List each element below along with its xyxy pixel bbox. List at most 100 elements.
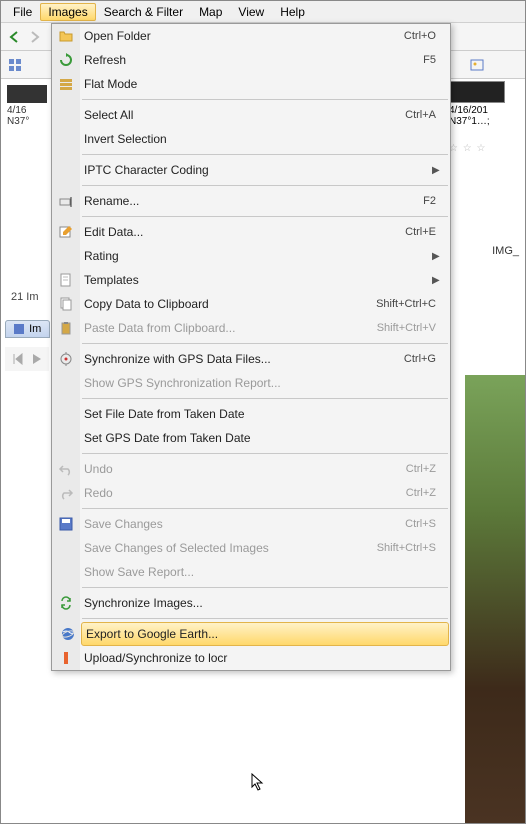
menu-item-label: Open Folder [78, 29, 404, 43]
menu-item-label: Export to Google Earth... [80, 627, 440, 641]
paste-icon [54, 320, 78, 336]
rename-icon [54, 193, 78, 209]
menu-separator [82, 343, 448, 344]
menu-item-upload-synchronize-to-locr[interactable]: Upload/Synchronize to locr [80, 646, 450, 670]
redo-icon [54, 485, 78, 501]
menu-item-synchronize-images[interactable]: Synchronize Images... [80, 591, 450, 615]
menu-item-show-save-report: Show Save Report... [80, 560, 450, 584]
menu-item-label: Flat Mode [78, 77, 442, 91]
menu-item-label: Save Changes [78, 517, 405, 531]
sync-icon [54, 595, 78, 611]
template-icon [54, 272, 78, 288]
menu-separator [82, 154, 448, 155]
menu-item-save-changes-of-selected-images: Save Changes of Selected ImagesShift+Ctr… [80, 536, 450, 560]
thumbnail-image[interactable] [449, 81, 505, 103]
menu-item-set-gps-date-from-taken-date[interactable]: Set GPS Date from Taken Date [80, 426, 450, 450]
menu-item-label: Set File Date from Taken Date [78, 407, 442, 421]
thumb-coord: N37° [7, 116, 47, 127]
flat-icon [54, 76, 78, 92]
play-icon[interactable] [30, 351, 43, 367]
menu-item-shortcut: Shift+Ctrl+S [377, 542, 442, 554]
menu-item-flat-mode[interactable]: Flat Mode [80, 72, 450, 96]
menu-item-shortcut: F5 [423, 54, 442, 66]
file-name: IMG_ [492, 245, 519, 257]
forward-icon[interactable] [27, 29, 43, 45]
menu-item-shortcut: Ctrl+S [405, 518, 442, 530]
menu-item-shortcut: Ctrl+Z [406, 487, 442, 499]
menu-item-show-gps-synchronization-report: Show GPS Synchronization Report... [80, 371, 450, 395]
menu-item-rating[interactable]: Rating▶ [80, 244, 450, 268]
menu-item-edit-data[interactable]: Edit Data...Ctrl+E [80, 220, 450, 244]
menu-item-label: Rating [78, 249, 432, 263]
mouse-cursor [251, 773, 265, 791]
menu-item-invert-selection[interactable]: Invert Selection [80, 127, 450, 151]
menu-item-shortcut: Shift+Ctrl+V [377, 322, 442, 334]
menu-item-label: Select All [78, 108, 405, 122]
prev-icon[interactable] [11, 351, 24, 367]
grid-icon[interactable] [7, 57, 23, 73]
menu-view[interactable]: View [230, 3, 272, 21]
menu-item-label: Upload/Synchronize to locr [78, 651, 442, 665]
menu-item-shortcut: Ctrl+A [405, 109, 442, 121]
menu-item-label: Synchronize Images... [78, 596, 442, 610]
menu-item-set-file-date-from-taken-date[interactable]: Set File Date from Taken Date [80, 402, 450, 426]
images-menu: Open FolderCtrl+ORefreshF5 Flat Mode Selec… [51, 23, 451, 671]
menu-item-shortcut: Ctrl+G [404, 353, 442, 365]
menu-separator [82, 398, 448, 399]
menu-separator [82, 508, 448, 509]
menu-separator [82, 453, 448, 454]
menu-item-copy-data-to-clipboard[interactable]: Copy Data to ClipboardShift+Ctrl+C [80, 292, 450, 316]
menu-item-label: Set GPS Date from Taken Date [78, 431, 442, 445]
submenu-arrow-icon: ▶ [432, 165, 442, 176]
image-icon[interactable] [469, 57, 485, 73]
menu-item-label: IPTC Character Coding [78, 163, 432, 177]
menu-item-open-folder[interactable]: Open FolderCtrl+O [80, 24, 450, 48]
menu-item-redo: RedoCtrl+Z [80, 481, 450, 505]
earth-icon [56, 626, 80, 642]
status-bar: 21 Im [5, 287, 45, 307]
refresh-icon [54, 52, 78, 68]
menu-item-refresh[interactable]: RefreshF5 [80, 48, 450, 72]
tab-images[interactable]: Im [5, 320, 50, 338]
menu-file[interactable]: File [5, 3, 40, 21]
menu-item-shortcut: F2 [423, 195, 442, 207]
menu-item-rename[interactable]: Rename...F2 [80, 189, 450, 213]
menu-item-label: Invert Selection [78, 132, 442, 146]
locr-icon [54, 650, 78, 666]
menu-item-shortcut: Ctrl+Z [406, 463, 442, 475]
menu-item-shortcut: Shift+Ctrl+C [376, 298, 442, 310]
submenu-arrow-icon: ▶ [432, 275, 442, 286]
menubar: File Images Search & Filter Map View Hel… [1, 1, 525, 23]
menu-item-select-all[interactable]: Select AllCtrl+A [80, 103, 450, 127]
menu-item-iptc-character-coding[interactable]: IPTC Character Coding▶ [80, 158, 450, 182]
menu-map[interactable]: Map [191, 3, 230, 21]
menu-item-save-changes: Save ChangesCtrl+S [80, 512, 450, 536]
submenu-arrow-icon: ▶ [432, 251, 442, 262]
thumb-coord: N37°1…; [449, 116, 521, 127]
left-pane: 4/16 N37° [5, 81, 49, 131]
menu-item-label: Edit Data... [78, 225, 405, 239]
gps-icon [54, 351, 78, 367]
menu-search-filter[interactable]: Search & Filter [96, 3, 191, 21]
menu-item-templates[interactable]: Templates▶ [80, 268, 450, 292]
menu-item-label: Templates [78, 273, 432, 287]
menu-item-synchronize-with-gps-data-files[interactable]: Synchronize with GPS Data Files...Ctrl+G [80, 347, 450, 371]
menu-item-label: Rename... [78, 194, 423, 208]
back-icon[interactable] [7, 29, 23, 45]
undo-icon [54, 461, 78, 477]
menu-help[interactable]: Help [272, 3, 313, 21]
thumbnail[interactable] [7, 85, 47, 103]
menu-item-label: Show GPS Synchronization Report... [78, 376, 442, 390]
right-thumbnail[interactable]: 4/16/201 N37°1…; ☆ ☆ ☆ [449, 81, 521, 154]
thumb-date: 4/16/201 [449, 105, 521, 116]
image-count: 21 Im [11, 291, 39, 303]
thumb-date: 4/16 [7, 105, 47, 116]
save-icon [54, 516, 78, 532]
rating-stars[interactable]: ☆ ☆ ☆ [449, 143, 521, 154]
player-controls [5, 347, 49, 371]
menu-images[interactable]: Images [40, 3, 95, 21]
menu-separator [82, 185, 448, 186]
menu-item-label: Undo [78, 462, 406, 476]
menu-item-export-to-google-earth[interactable]: Export to Google Earth... [81, 622, 449, 646]
menu-item-undo: UndoCtrl+Z [80, 457, 450, 481]
